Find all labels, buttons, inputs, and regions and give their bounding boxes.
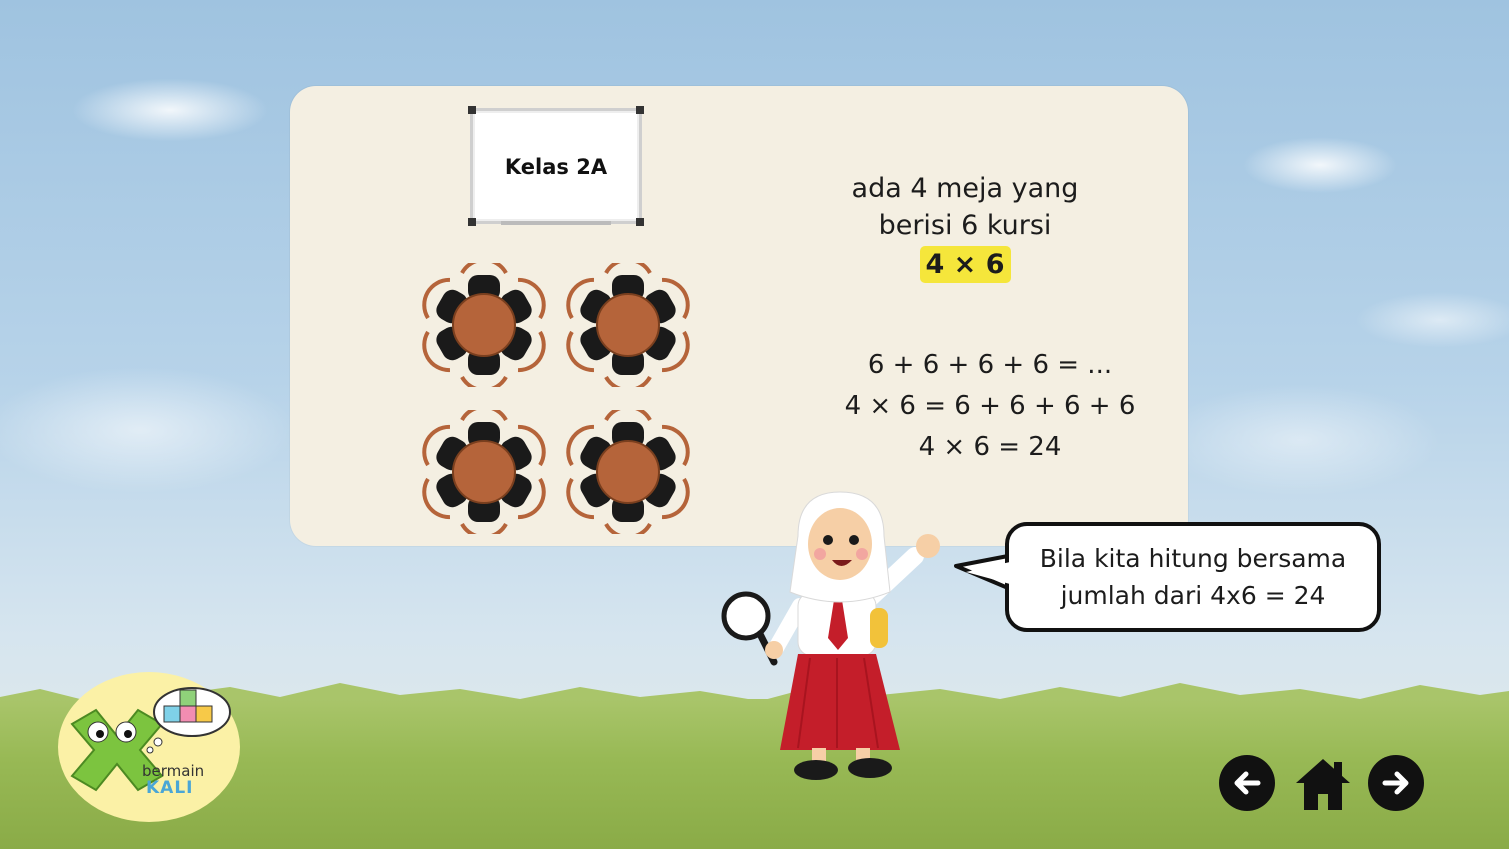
equation-line-3: 4 × 6 = 24 (918, 432, 1062, 462)
table-with-chairs (422, 410, 546, 534)
logo-word-2: KALI (146, 778, 194, 798)
speech-bubble-tail-cover (966, 562, 1010, 584)
story-line-2: berisi 6 kursi (878, 210, 1052, 241)
back-button[interactable] (1219, 755, 1275, 811)
home-button[interactable] (1294, 756, 1352, 812)
home-icon (1296, 759, 1350, 810)
story-text: ada 4 meja yang berisi 6 kursi 4 × 6 (820, 170, 1110, 283)
round-table-icon (452, 440, 516, 504)
multiplication-highlight: 4 × 6 (919, 246, 1011, 283)
equation-line-1: 6 + 6 + 6 + 6 = ... (867, 350, 1113, 380)
table-with-chairs (422, 263, 546, 387)
table-with-chairs (566, 410, 690, 534)
speech-bubble: Bila kita hitung bersama jumlah dari 4x6… (1005, 522, 1381, 632)
table-with-chairs (566, 263, 690, 387)
arrow-right-icon (1382, 771, 1409, 795)
whiteboard: Kelas 2A (468, 106, 644, 226)
arrow-left-icon (1234, 771, 1261, 795)
story-line-1: ada 4 meja yang (851, 173, 1079, 204)
speech-line-1: Bila kita hitung bersama (1039, 544, 1347, 573)
round-table-icon (596, 440, 660, 504)
board-title: Kelas 2A (504, 155, 608, 179)
round-table-icon (596, 293, 660, 357)
next-button[interactable] (1368, 755, 1424, 811)
round-table-icon (452, 293, 516, 357)
speech-line-2: jumlah dari 4x6 = 24 (1060, 581, 1326, 610)
equation-line-2: 4 × 6 = 6 + 6 + 6 + 6 (844, 391, 1136, 421)
student-girl-illustration (721, 491, 940, 780)
board-tray (501, 221, 611, 225)
